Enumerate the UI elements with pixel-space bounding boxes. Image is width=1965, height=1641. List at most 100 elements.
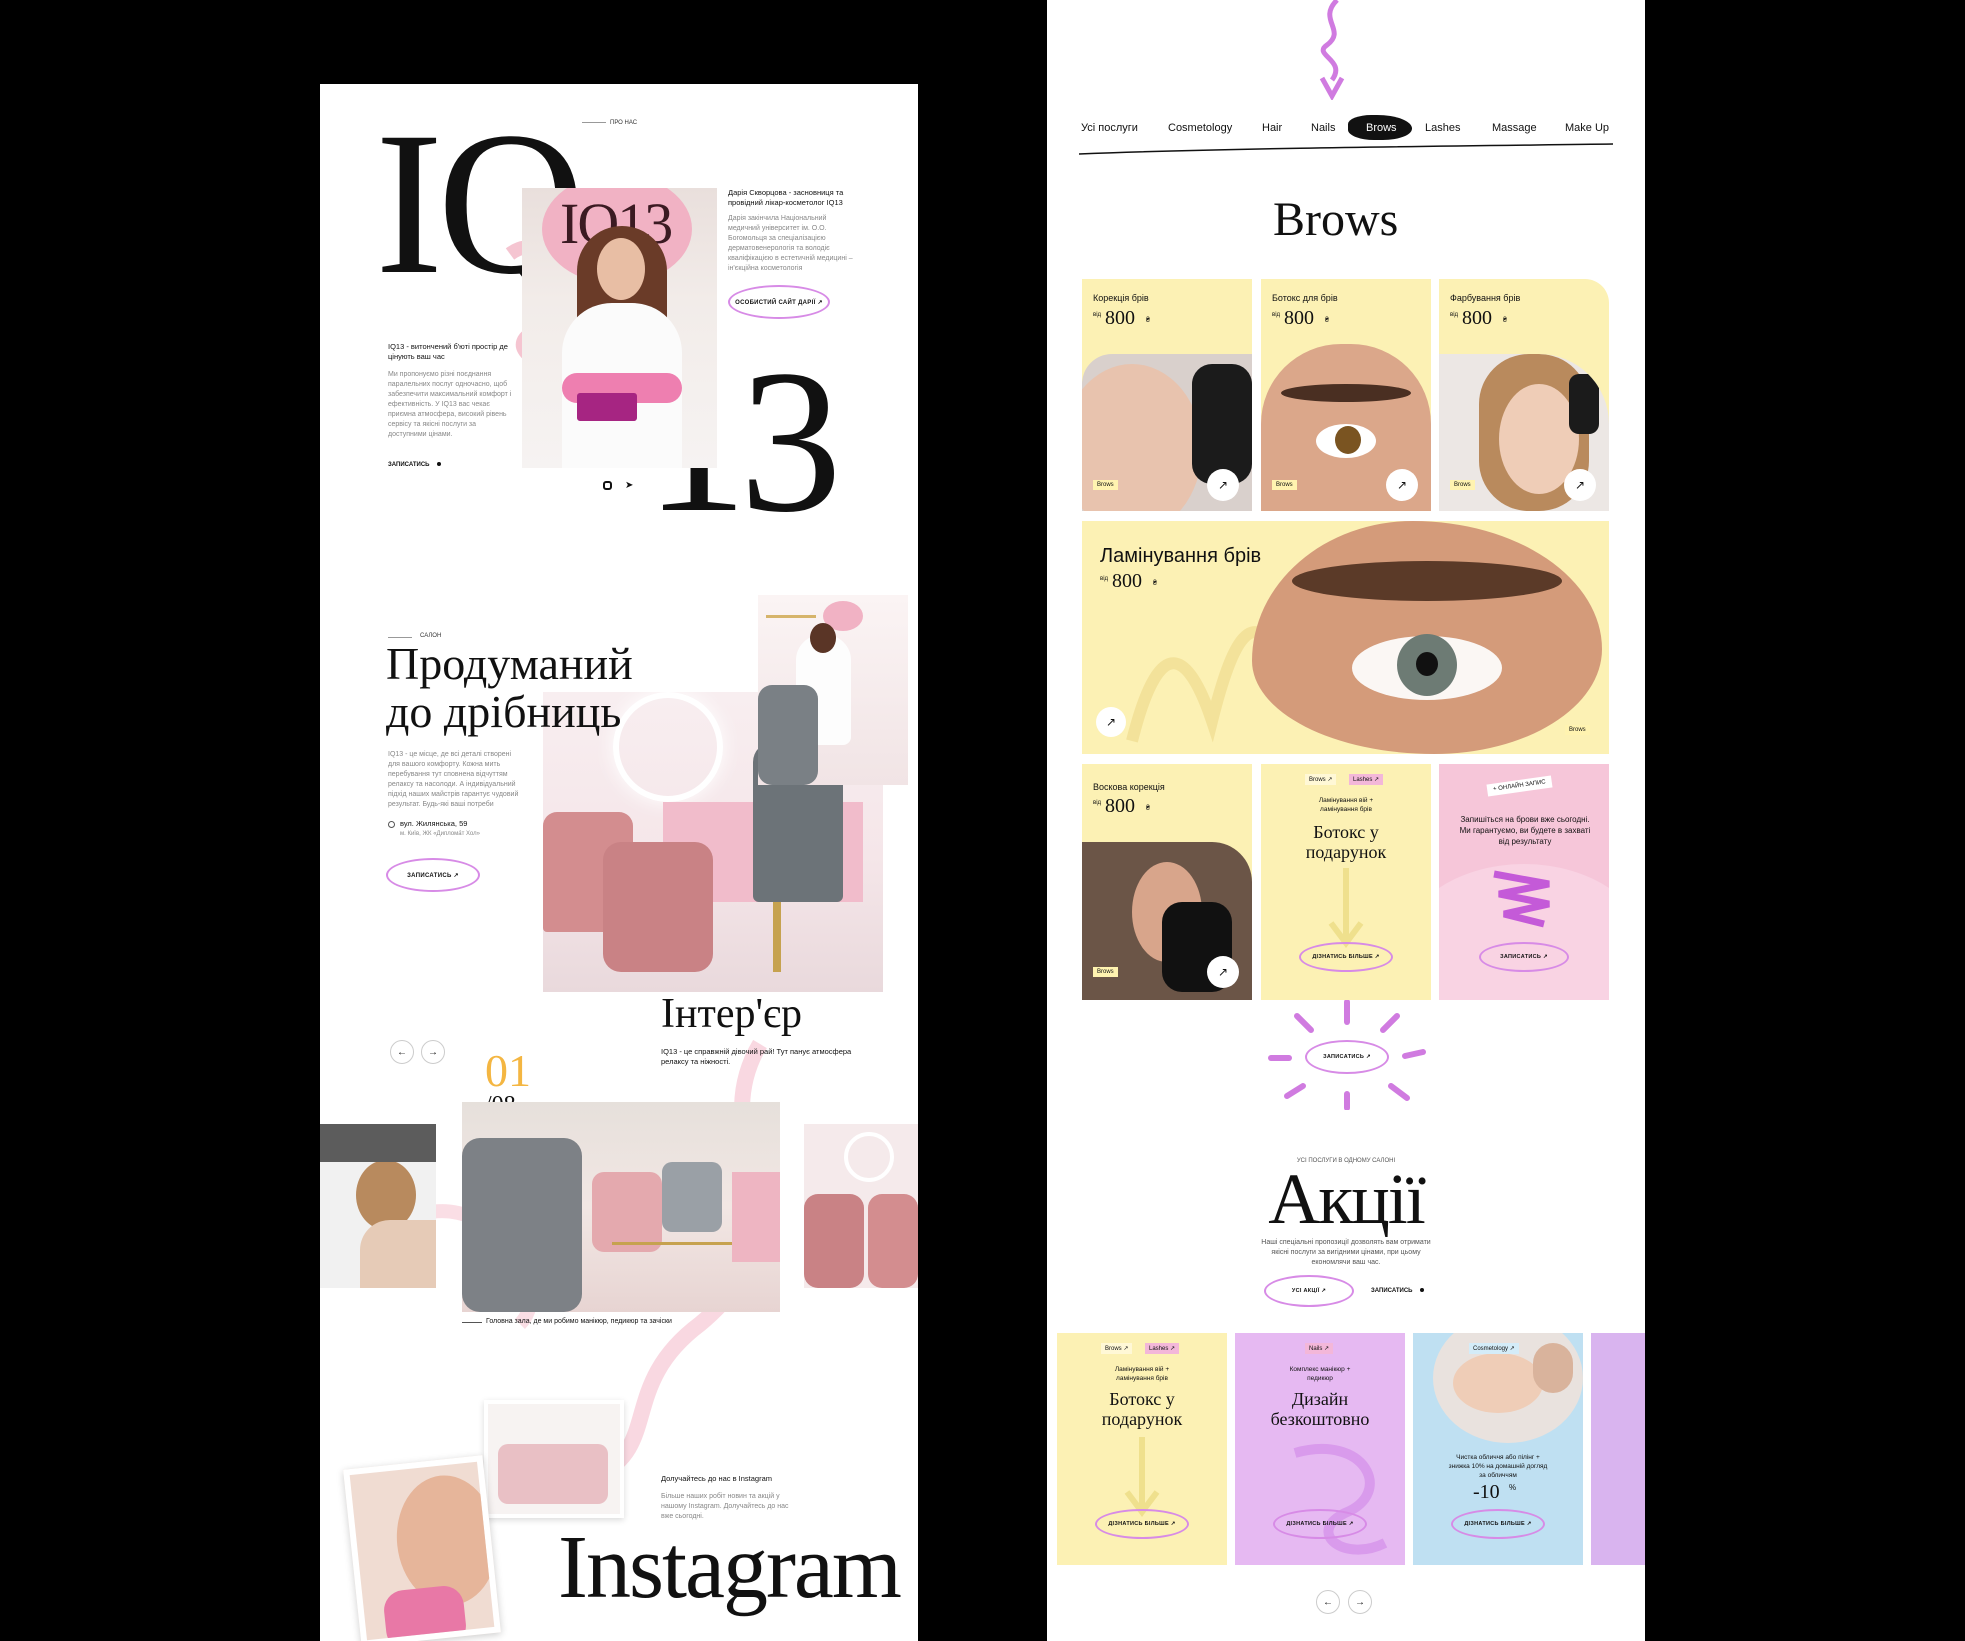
- arrow-icon[interactable]: ↗: [1096, 707, 1126, 737]
- card-price: 800: [1105, 307, 1135, 329]
- right-page: Усі послуги Cosmetology Hair Nails Brows…: [1047, 0, 1645, 1641]
- promo-text: Наші спеціальні пропозиції дозволять вам…: [1261, 1239, 1431, 1266]
- tab-brows[interactable]: Brows: [1366, 122, 1397, 134]
- down-arrow-scribble: [1124, 1437, 1160, 1517]
- online-badge: + ОНЛАЙН ЗАПИС: [1486, 775, 1553, 797]
- card-from: від: [1272, 312, 1281, 318]
- arrow-icon[interactable]: ↗: [1207, 469, 1239, 501]
- service-card-correction[interactable]: Корекція брів від 800 ₴ Brows ↗: [1082, 279, 1252, 511]
- service-card-tint[interactable]: Фарбування брів від 800 ₴ Brows ↗: [1439, 279, 1609, 511]
- founder-photo: IQ13: [522, 188, 717, 468]
- slide-counter-current: 01: [485, 1045, 531, 1096]
- left-page: ПРО НАС IQ 13 IQ13 Дарія Скворцова - зас…: [320, 84, 918, 1641]
- promo-book-label: ЗАПИСАТИСЬ: [1371, 1288, 1413, 1294]
- card-tag: Brows: [1093, 967, 1118, 977]
- card-currency: ₴: [1503, 317, 1507, 324]
- round-mirror: [844, 1132, 894, 1182]
- instagram-icon[interactable]: [603, 481, 612, 490]
- grey-chair-small: [758, 685, 818, 785]
- promo-more-button[interactable]: ДІЗНАТИСЬ БІЛЬШЕ ↗: [1451, 1509, 1545, 1539]
- purple-arrow-scribble: [1319, 0, 1345, 100]
- card-from: від: [1100, 576, 1109, 582]
- sun-book-button[interactable]: ЗАПИСАТИСЬ ↗: [1305, 1040, 1389, 1074]
- card-title: Ботокс для брів: [1272, 293, 1338, 303]
- card-title: Фарбування брів: [1450, 293, 1521, 303]
- card-currency: ₴: [1153, 580, 1157, 587]
- card-tag: Brows: [1272, 480, 1297, 490]
- hand: [1533, 1343, 1573, 1393]
- shelf: [766, 615, 816, 618]
- card-price: 800: [1462, 307, 1492, 329]
- prev-arrow-button[interactable]: ←: [390, 1040, 414, 1064]
- founder-face: [597, 238, 645, 300]
- tag-lashes[interactable]: Lashes ↗: [1145, 1343, 1180, 1354]
- tag-brows[interactable]: Brows ↗: [1101, 1343, 1133, 1354]
- founder-site-button[interactable]: ОСОБИСТИЙ САЙТ ДАРІЇ ↗: [728, 285, 830, 319]
- tab-hair[interactable]: Hair: [1262, 122, 1282, 134]
- about-label: ПРО НАС: [610, 120, 638, 126]
- gold-base: [773, 902, 781, 972]
- promo-book-link[interactable]: ЗАПИСАТИСЬ: [1371, 1288, 1425, 1294]
- promo-card-nails[interactable]: Nails ↗ Комплекс манікюр + педикюр Дизай…: [1235, 1333, 1405, 1565]
- salon-text: IQ13 - це місце, де всі деталі створені …: [388, 751, 519, 808]
- scribble-decoration: [1293, 1443, 1388, 1555]
- service-card-lamination[interactable]: Ламінування брів від 800 ₴ Brows ↗: [1082, 521, 1609, 754]
- online-book-button[interactable]: ЗАПИСАТИСЬ ↗: [1479, 942, 1569, 972]
- card-title: Ламінування брів: [1100, 545, 1262, 567]
- online-text: Запишіться на брови вже сьогодні. Ми гар…: [1459, 815, 1591, 846]
- pink-chairs: [592, 1172, 662, 1252]
- tab-cosmetology[interactable]: Cosmetology: [1168, 122, 1232, 134]
- tab-make-up[interactable]: Make Up: [1565, 122, 1609, 134]
- service-card-wax[interactable]: Воскова корекція від 800 ₴ Brows ↗: [1082, 764, 1252, 1000]
- all-promos-button[interactable]: УСІ АКЦІЇ ↗: [1264, 1275, 1354, 1307]
- telegram-icon[interactable]: ➤: [625, 480, 633, 491]
- promo-card-cosmetology[interactable]: Cosmetology ↗ Чистка обличчя або пілінг …: [1413, 1333, 1583, 1565]
- insta-big-title[interactable]: Instagram: [558, 1516, 902, 1619]
- promo-card-botox[interactable]: Brows ↗ Lashes ↗ Ламінування вій + ламін…: [1057, 1333, 1227, 1565]
- tab-lashes[interactable]: Lashes: [1425, 122, 1460, 134]
- about-label-line: [582, 122, 606, 123]
- service-card-botox[interactable]: Ботокс для брів від 800 ₴ Brows ↗: [1261, 279, 1431, 511]
- tag-brows[interactable]: Brows ↗: [1305, 774, 1337, 785]
- tab-massage[interactable]: Massage: [1492, 122, 1537, 134]
- caption-line: [462, 1322, 482, 1323]
- arrow-icon[interactable]: ↗: [1386, 469, 1418, 501]
- salon-book-button[interactable]: ЗАПИСАТИСЬ ↗: [386, 858, 480, 892]
- tag-nails[interactable]: Nails ↗: [1305, 1343, 1334, 1354]
- card-price: 800: [1105, 795, 1135, 817]
- salon-title-line2: до дрібниць: [386, 686, 622, 737]
- card-tag: Brows: [1450, 480, 1475, 490]
- card-price: 800: [1112, 570, 1142, 592]
- intro-book-link[interactable]: ЗАПИСАТИСЬ: [388, 462, 442, 468]
- arrow-icon[interactable]: ↗: [1207, 956, 1239, 988]
- promo-more-button[interactable]: ДІЗНАТИСЬ БІЛЬШЕ ↗: [1273, 1509, 1367, 1539]
- gift-promo-card[interactable]: Brows ↗ Lashes ↗ Ламінування вій + ламін…: [1261, 764, 1431, 1000]
- promo-more-button[interactable]: ДІЗНАТИСЬ БІЛЬШЕ ↗: [1095, 1509, 1189, 1539]
- online-booking-card[interactable]: + ОНЛАЙН ЗАПИС Запишіться на брови вже с…: [1439, 764, 1609, 1000]
- promo-card-partial[interactable]: [1591, 1333, 1645, 1565]
- interior-photo-right: [804, 1124, 918, 1288]
- gift-more-button[interactable]: ДІЗНАТИСЬ БІЛЬШЕ ↗: [1299, 942, 1393, 972]
- card-from: від: [1450, 312, 1459, 318]
- tag-cosmetology[interactable]: Cosmetology ↗: [1469, 1343, 1519, 1354]
- interior-text: IQ13 - це справжній дівочий рай! Тут пан…: [661, 1047, 852, 1066]
- next-arrow-button[interactable]: →: [421, 1040, 445, 1064]
- chair-center: [603, 842, 713, 972]
- purple-scribble: [1493, 870, 1550, 928]
- tab-nails[interactable]: Nails: [1311, 122, 1335, 134]
- promo-next-button[interactable]: →: [1348, 1590, 1372, 1614]
- salon-address-city: м. Київ, ЖК «Диплома́т Хол»: [400, 831, 480, 837]
- tag-lashes[interactable]: Lashes ↗: [1349, 774, 1384, 785]
- iris: [1335, 426, 1361, 454]
- tab-all-services[interactable]: Усі послуги: [1081, 122, 1138, 134]
- promo-prev-button[interactable]: ←: [1316, 1590, 1340, 1614]
- promo-card-title-2: %: [1509, 1483, 1517, 1492]
- promo-title: Акції: [1268, 1159, 1426, 1239]
- card-currency: ₴: [1146, 805, 1150, 812]
- brow-large: [1292, 561, 1562, 601]
- arrow-icon[interactable]: ↗: [1564, 469, 1596, 501]
- face: [1453, 1353, 1543, 1413]
- gift-title-1: Ботокс у: [1313, 822, 1379, 842]
- card-price: 800: [1284, 307, 1314, 329]
- dot-icon: [437, 462, 442, 467]
